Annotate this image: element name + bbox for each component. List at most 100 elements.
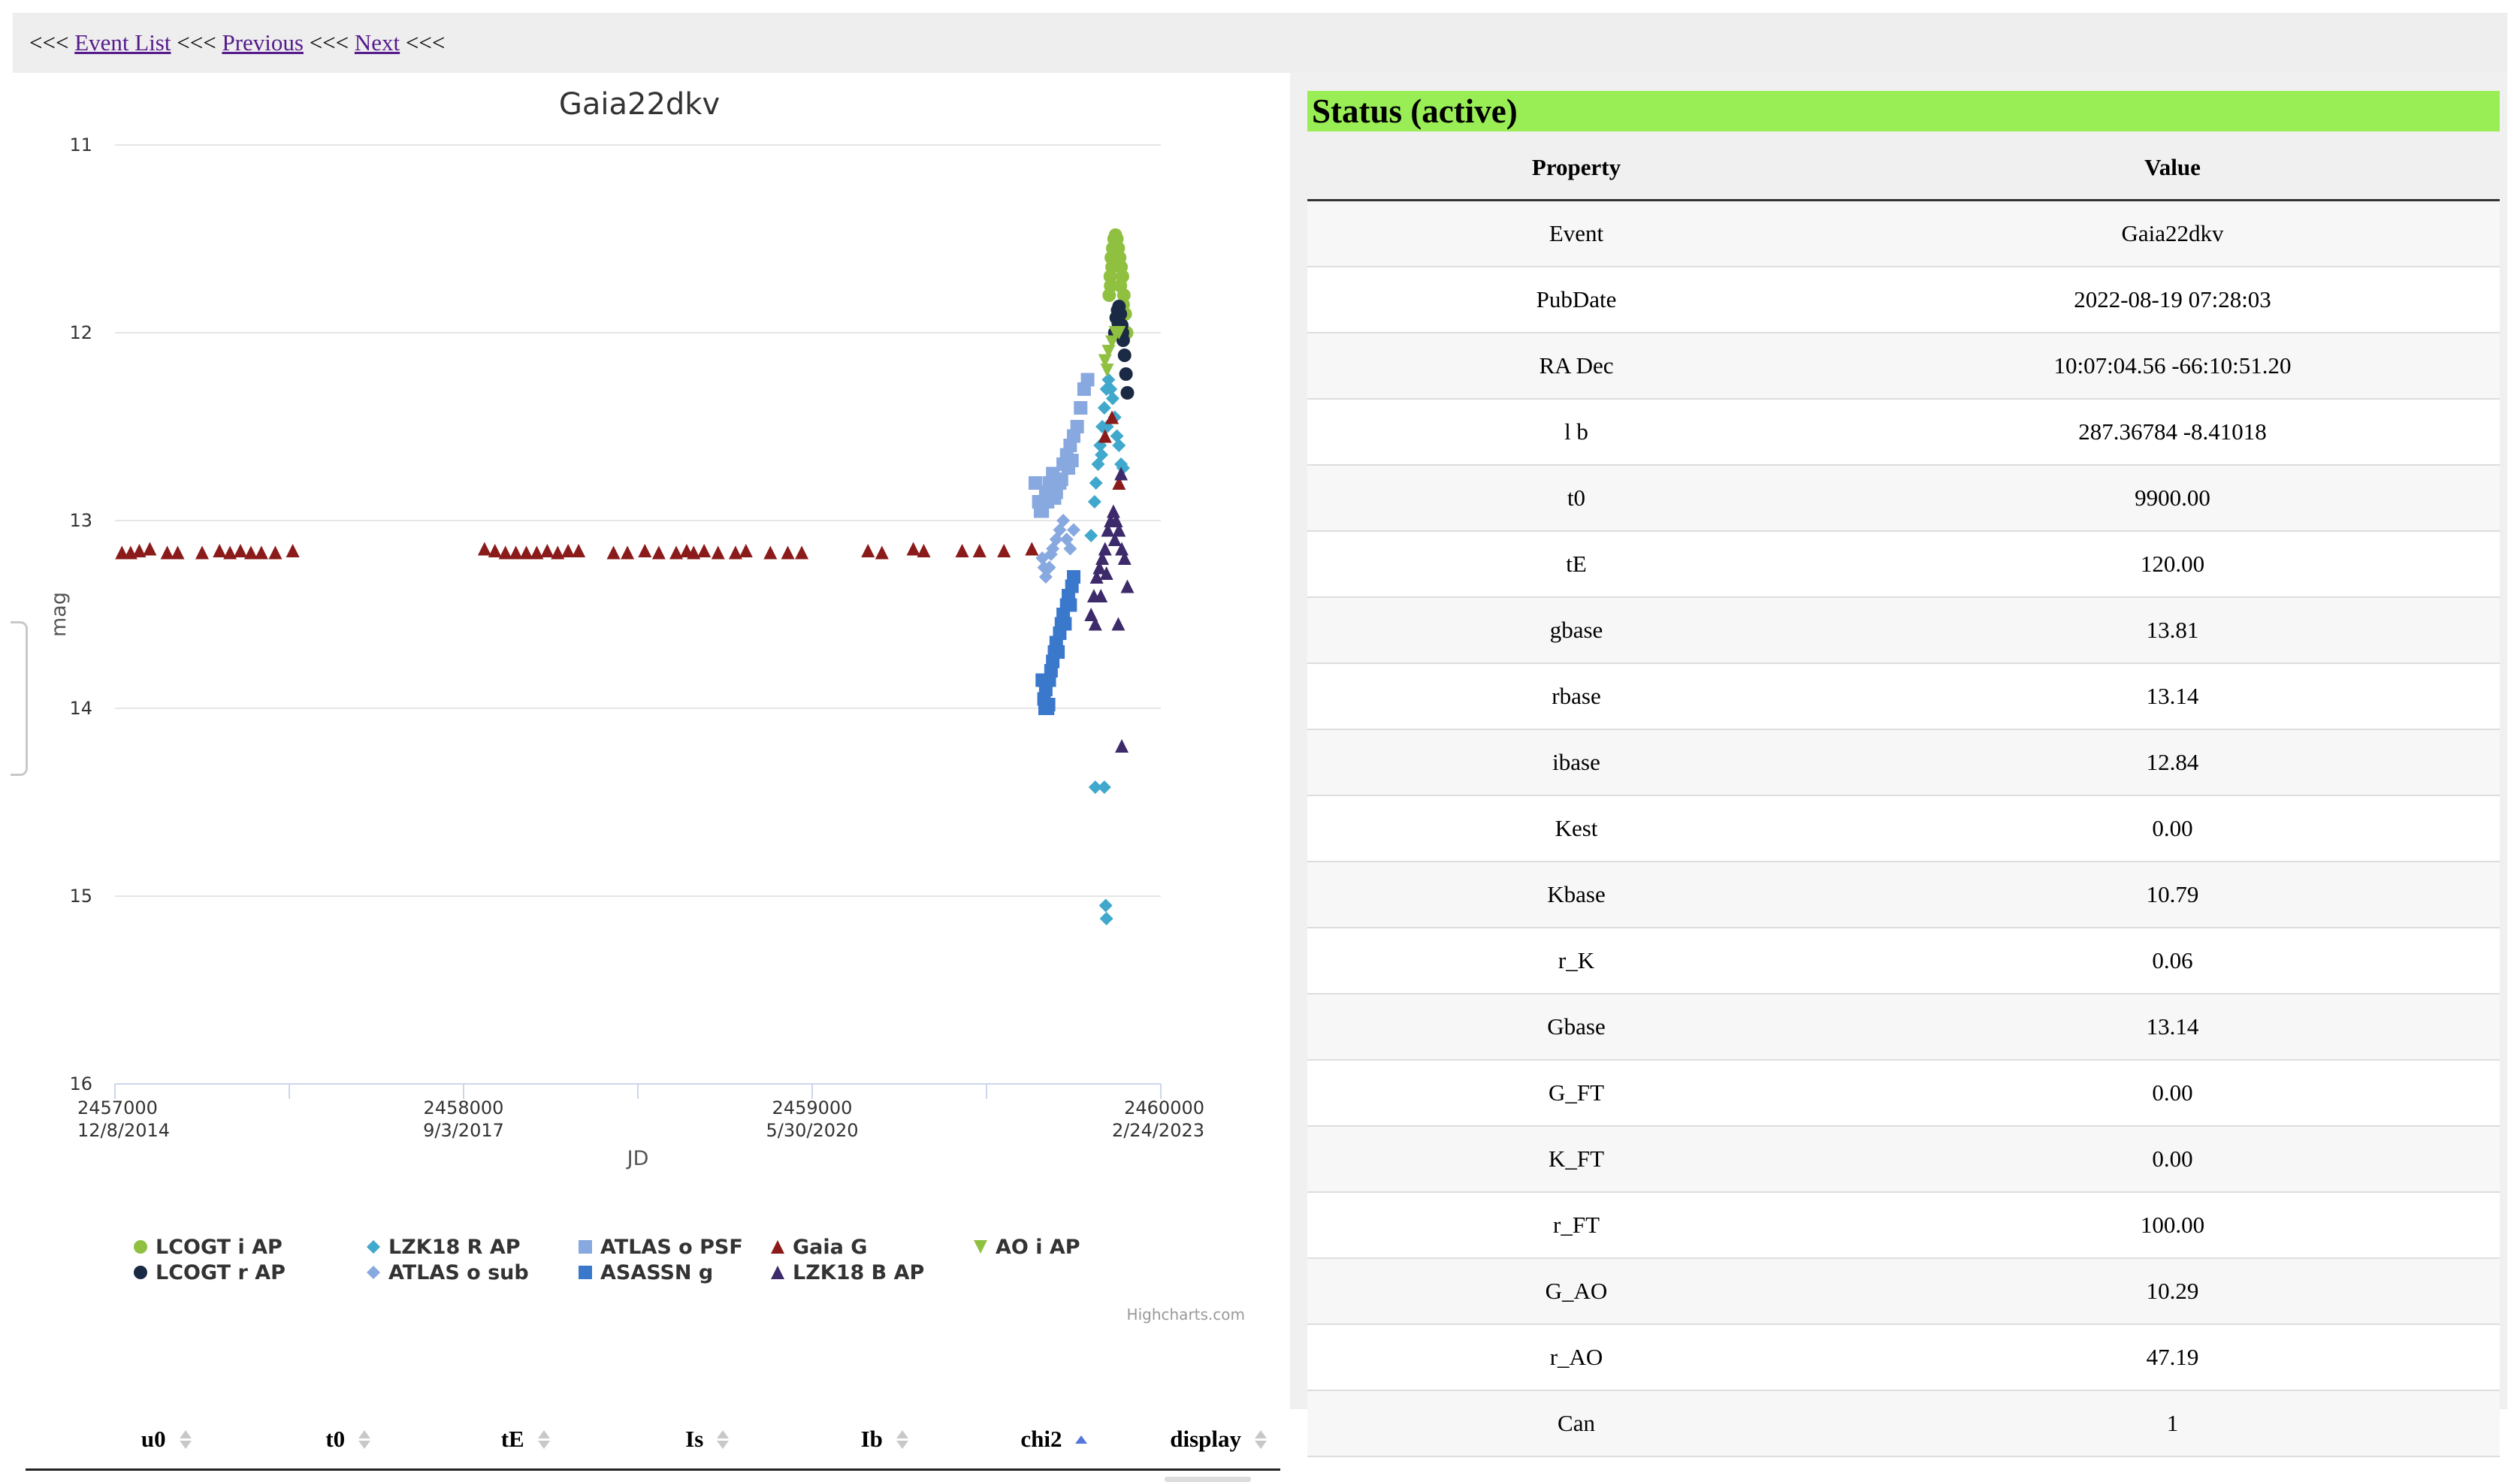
data-point[interactable] (1112, 439, 1126, 452)
data-point[interactable] (638, 544, 652, 557)
data-point[interactable] (1097, 780, 1111, 794)
data-point[interactable] (1097, 401, 1111, 415)
data-point[interactable] (234, 544, 248, 557)
value-cell: 10.29 (1845, 1258, 2500, 1325)
legend-item[interactable]: ASASSN g (579, 1261, 713, 1284)
legend-symbol[interactable] (771, 1240, 784, 1254)
legend-symbol[interactable] (134, 1240, 147, 1254)
data-point[interactable] (1115, 739, 1129, 753)
legend-symbol[interactable] (367, 1266, 380, 1279)
legend-symbol[interactable] (367, 1240, 380, 1254)
data-point[interactable] (171, 545, 185, 560)
data-point[interactable] (1070, 420, 1084, 433)
next-link[interactable]: Next (355, 29, 400, 56)
status-row: G_FT 0.00 (1307, 1060, 2500, 1127)
legend-symbol[interactable] (579, 1266, 592, 1279)
column-header-te[interactable]: tE (384, 1410, 564, 1468)
data-point[interactable] (763, 545, 778, 560)
legend-symbol[interactable] (974, 1240, 987, 1254)
data-point[interactable] (1067, 570, 1080, 584)
data-point[interactable] (1041, 698, 1056, 711)
data-point[interactable] (1089, 476, 1103, 490)
legend-item[interactable]: ATLAS o sub (367, 1261, 529, 1284)
data-point[interactable] (477, 542, 491, 556)
sort-icon[interactable] (1255, 1429, 1268, 1449)
column-header-t0[interactable]: t0 (205, 1410, 385, 1468)
sort-ascending-icon (537, 1429, 550, 1438)
data-point[interactable] (268, 545, 283, 560)
data-point[interactable] (1065, 454, 1079, 467)
data-point[interactable] (1087, 495, 1101, 509)
sort-icon[interactable] (358, 1429, 371, 1449)
data-point[interactable] (143, 542, 157, 556)
data-point[interactable] (195, 545, 209, 560)
legend-item[interactable]: LZK18 R AP (367, 1236, 521, 1259)
status-row: rbase 13.14 (1307, 663, 2500, 730)
data-point[interactable] (1106, 504, 1120, 518)
data-point[interactable] (1051, 645, 1065, 659)
data-point[interactable] (972, 544, 987, 557)
data-point[interactable] (1109, 251, 1123, 264)
data-point[interactable] (906, 542, 920, 556)
data-point[interactable] (955, 544, 969, 557)
data-point[interactable] (1111, 617, 1126, 631)
legend-symbol[interactable] (134, 1266, 147, 1279)
data-point[interactable] (875, 545, 889, 560)
data-point[interactable] (1074, 401, 1088, 415)
horizontal-scrollbar[interactable] (1165, 1477, 1251, 1482)
data-point[interactable] (1119, 367, 1133, 381)
legend-item[interactable]: Gaia G (771, 1236, 867, 1259)
sort-icon[interactable] (1075, 1435, 1088, 1444)
legend-symbol[interactable] (771, 1266, 784, 1279)
legend-item[interactable]: ATLAS o PSF (579, 1236, 743, 1259)
sort-icon[interactable] (537, 1429, 550, 1449)
legend-item[interactable]: AO i AP (974, 1236, 1080, 1259)
sort-icon[interactable] (896, 1429, 908, 1449)
data-point[interactable] (1098, 898, 1113, 913)
data-point[interactable] (711, 545, 725, 560)
data-point[interactable] (1080, 373, 1095, 387)
data-point[interactable] (1025, 542, 1039, 556)
data-point[interactable] (254, 545, 268, 560)
data-point[interactable] (1120, 386, 1135, 400)
data-point[interactable] (1100, 364, 1114, 377)
data-point[interactable] (1084, 529, 1098, 542)
column-header-chi2[interactable]: chi2 (922, 1410, 1101, 1468)
data-point[interactable] (1047, 491, 1062, 505)
event-list-link[interactable]: Event List (74, 29, 171, 56)
column-header-display[interactable]: display (1101, 1410, 1280, 1468)
data-point[interactable] (213, 544, 227, 557)
sort-icon[interactable] (717, 1429, 730, 1449)
data-point[interactable] (540, 544, 554, 557)
chart-credits[interactable]: Highcharts.com (1127, 1305, 1245, 1324)
column-header-u0[interactable]: u0 (26, 1410, 205, 1468)
data-point[interactable] (861, 544, 875, 557)
data-point[interactable] (697, 544, 712, 557)
legend-item[interactable]: LCOGT i AP (134, 1236, 283, 1259)
data-point[interactable] (1063, 598, 1077, 612)
data-point[interactable] (781, 545, 795, 560)
data-point[interactable] (606, 545, 621, 560)
data-point[interactable] (1058, 617, 1072, 631)
data-point[interactable] (621, 545, 635, 560)
data-point[interactable] (739, 544, 753, 557)
column-header-ib[interactable]: Ib (742, 1410, 922, 1468)
sort-icon[interactable] (179, 1429, 192, 1449)
data-point[interactable] (1113, 279, 1128, 293)
data-point[interactable] (1120, 579, 1135, 593)
legend-symbol[interactable] (579, 1240, 592, 1254)
data-point[interactable] (651, 545, 666, 560)
data-point[interactable] (488, 544, 502, 557)
previous-link[interactable]: Previous (222, 29, 304, 56)
data-point[interactable] (997, 544, 1011, 557)
column-header-is[interactable]: Is (564, 1410, 743, 1468)
data-point[interactable] (286, 544, 300, 557)
data-point[interactable] (917, 544, 931, 557)
data-point[interactable] (1099, 912, 1113, 925)
legend-item[interactable]: LZK18 B AP (771, 1261, 924, 1284)
legend-item[interactable]: LCOGT r AP (134, 1261, 286, 1284)
data-point[interactable] (795, 545, 809, 560)
data-point[interactable] (572, 544, 586, 557)
data-point[interactable] (1117, 349, 1132, 362)
data-point[interactable] (1067, 523, 1080, 537)
